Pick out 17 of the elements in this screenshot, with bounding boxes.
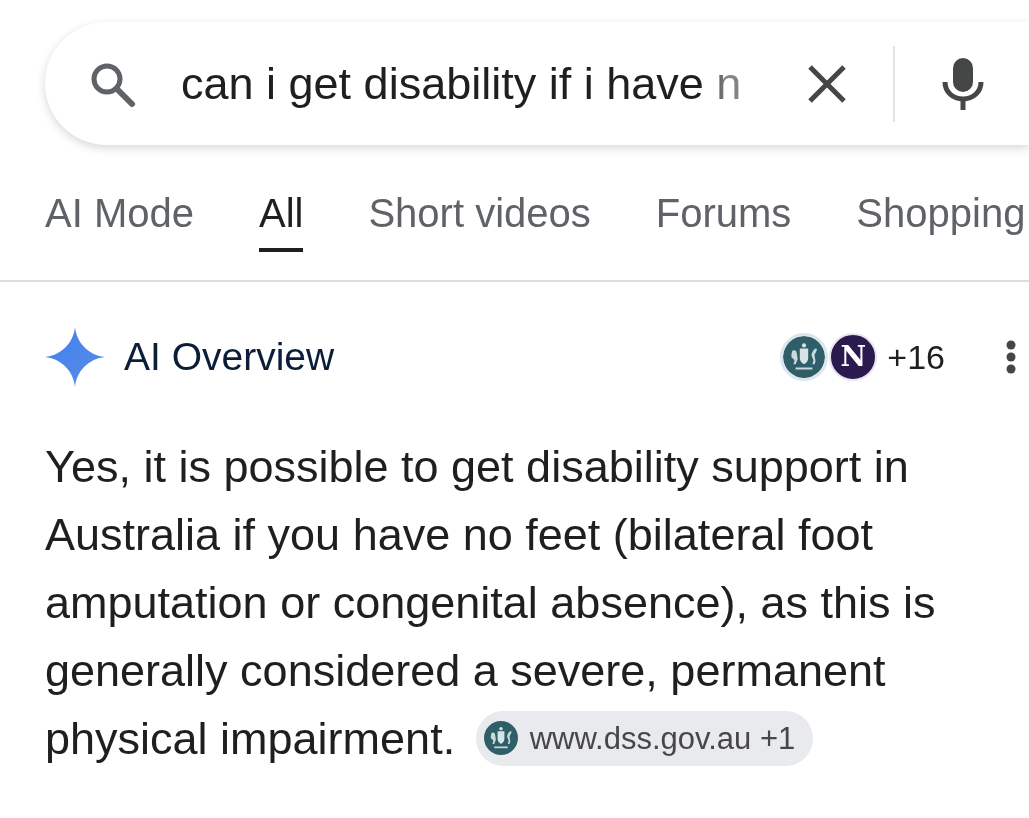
emblem-icon bbox=[483, 721, 518, 756]
microphone-icon[interactable] bbox=[941, 57, 985, 110]
citation-link[interactable]: www.dss.gov.au +1 bbox=[475, 710, 814, 766]
tab[interactable]: All bbox=[258, 190, 304, 252]
site-logo[interactable]: N bbox=[829, 333, 878, 381]
overview-title: AI Overview bbox=[124, 333, 335, 380]
tab[interactable]: Forums bbox=[655, 190, 792, 252]
more-options-icon[interactable] bbox=[1005, 339, 1017, 375]
source-count[interactable]: +16 bbox=[887, 331, 945, 383]
tab[interactable]: AI Mode bbox=[45, 190, 194, 252]
tab[interactable]: Short videos bbox=[368, 190, 591, 252]
tab[interactable]: Shopping bbox=[856, 190, 1026, 252]
search-input[interactable]: can i get disability if i have n bbox=[181, 49, 771, 118]
close-icon[interactable] bbox=[807, 63, 847, 104]
sparkle-icon bbox=[45, 327, 105, 387]
answer-paragraph: Yes, it is possible to get disability support in Australia if you have no feet (bilateral foot amputation or congenital absence), as this is generally considered a severe, permanent physical impairment. www.dss.gov.au +1 bbox=[45, 440, 937, 768]
emblem-icon[interactable] bbox=[780, 333, 829, 381]
